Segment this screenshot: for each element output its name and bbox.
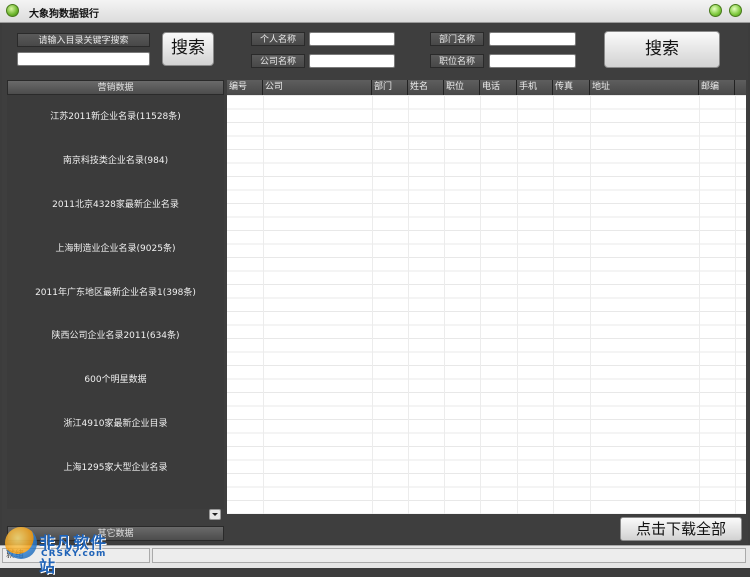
company-name-input[interactable]	[309, 54, 395, 68]
col-header-company[interactable]: 公司	[263, 80, 372, 95]
sidebar-header[interactable]: 营销数据	[7, 80, 224, 95]
download-all-button[interactable]: 点击下载全部	[620, 517, 742, 541]
grid-divider	[480, 95, 481, 514]
grid-divider	[263, 95, 264, 514]
sidebar-item[interactable]: 上海1295家大型企业名录	[7, 447, 224, 491]
close-button[interactable]	[729, 4, 742, 17]
col-header-zip[interactable]: 邮编	[699, 80, 735, 95]
sidebar-item[interactable]: 2011年广东地区最新企业名录1(398条)	[7, 272, 224, 316]
keyword-search-input[interactable]	[17, 52, 150, 66]
grid-body	[227, 95, 746, 514]
sidebar-item[interactable]: 上海制造业企业名录(9025条)	[7, 228, 224, 272]
col-header-mobile[interactable]: 手机	[517, 80, 553, 95]
sidebar-item[interactable]: 600个明星数据	[7, 359, 224, 403]
sidebar-list: 江苏2011新企业名录(11528条) 南京科技类企业名录(984) 2011北…	[7, 96, 224, 491]
sidebar-item[interactable]: 陕西公司企业名录2011(634条)	[7, 315, 224, 359]
field-search-button[interactable]: 搜索	[604, 31, 720, 68]
department-name-input[interactable]	[489, 32, 576, 46]
keyword-search-label: 请输入目录关键字搜索	[17, 33, 150, 47]
col-header-id[interactable]: 编号	[227, 80, 263, 95]
title-bar: 大象狗数据银行	[0, 0, 750, 23]
grid-divider	[735, 95, 736, 514]
col-header-phone[interactable]: 电话	[480, 80, 517, 95]
watermark-subtext: CRSKY.com	[41, 549, 107, 559]
col-header-fax[interactable]: 传真	[553, 80, 590, 95]
grid-header: 编号 公司 部门 姓名 职位 电话 手机 传真 地址 邮编	[227, 80, 746, 95]
sidebar-item[interactable]: 2011北京4328家最新企业名录	[7, 184, 224, 228]
department-name-label: 部门名称	[430, 32, 484, 46]
col-header-address[interactable]: 地址	[590, 80, 699, 95]
minimize-button[interactable]	[709, 4, 722, 17]
sidebar-item[interactable]: 江苏2011新企业名录(11528条)	[7, 96, 224, 140]
grid-divider	[553, 95, 554, 514]
sidebar-item[interactable]: 南京科技类企业名录(984)	[7, 140, 224, 184]
data-grid[interactable]: 编号 公司 部门 姓名 职位 电话 手机 传真 地址 邮编	[227, 80, 746, 514]
grid-divider	[517, 95, 518, 514]
app-icon	[6, 4, 19, 17]
col-header-name[interactable]: 姓名	[408, 80, 444, 95]
company-name-label: 公司名称	[251, 54, 305, 68]
grid-divider	[699, 95, 700, 514]
grid-divider	[444, 95, 445, 514]
grid-divider	[590, 95, 591, 514]
grid-divider	[408, 95, 409, 514]
position-name-label: 职位名称	[430, 54, 484, 68]
sidebar-item[interactable]: 浙江4910家最新企业目录	[7, 403, 224, 447]
watermark-logo-icon	[5, 527, 37, 559]
col-header-department[interactable]: 部门	[372, 80, 408, 95]
window-title: 大象狗数据银行	[29, 9, 99, 20]
status-secondary	[152, 548, 746, 563]
sidebar-scroll-down-icon[interactable]	[209, 509, 221, 520]
person-name-label: 个人名称	[251, 32, 305, 46]
keyword-search-button[interactable]: 搜索	[162, 32, 214, 66]
grid-divider	[372, 95, 373, 514]
person-name-input[interactable]	[309, 32, 395, 46]
position-name-input[interactable]	[489, 54, 576, 68]
watermark: 非凡软件站 CRSKY.com	[5, 525, 117, 576]
col-header-position[interactable]: 职位	[444, 80, 480, 95]
